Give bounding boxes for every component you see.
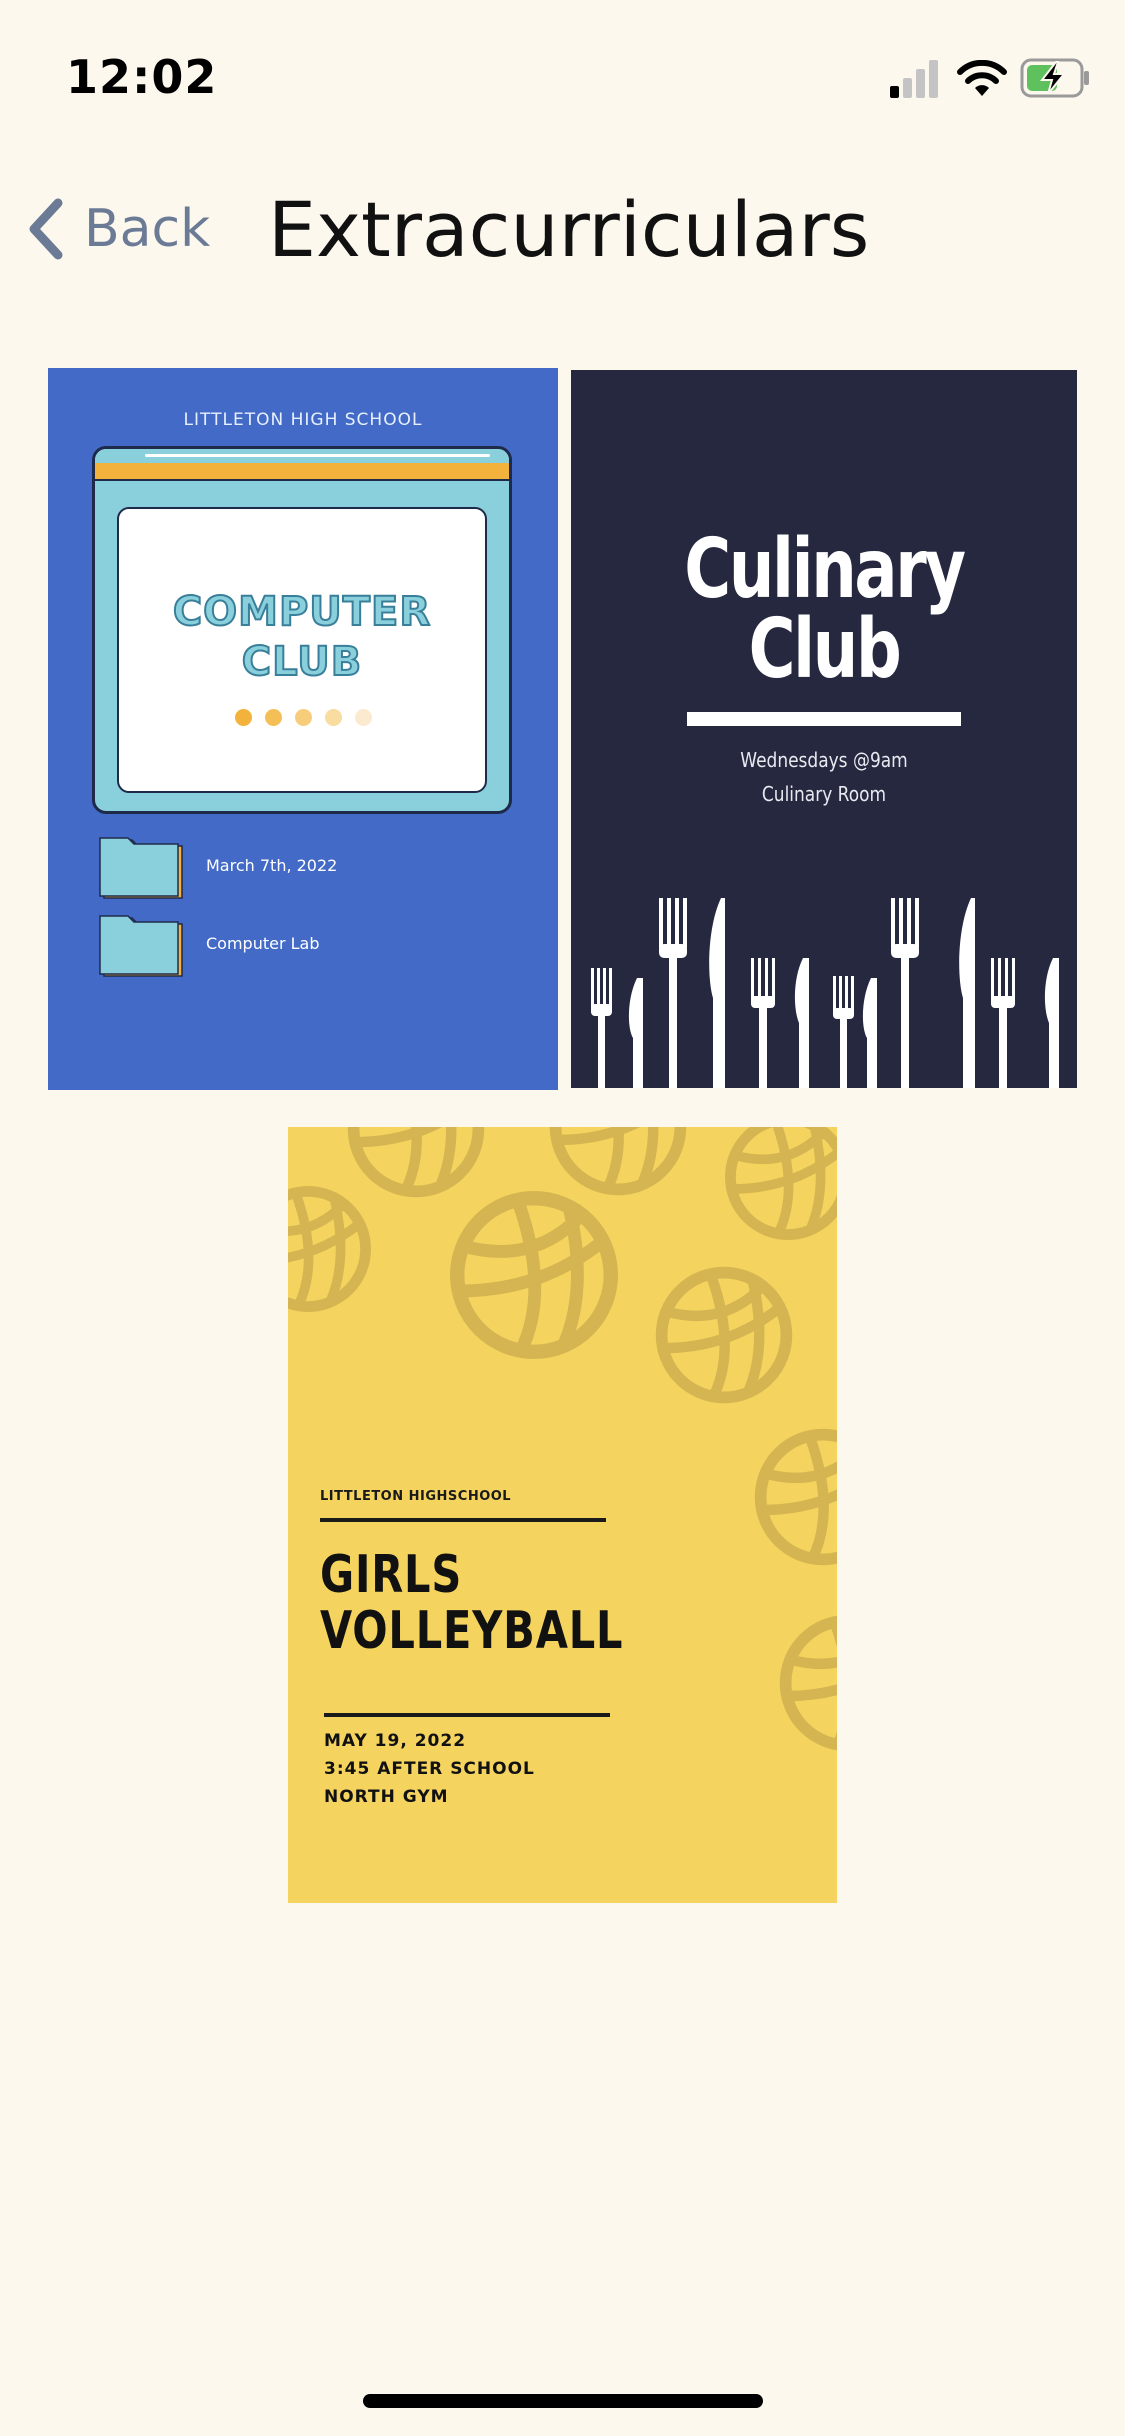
- event-schedule: Wednesdays @9am: [740, 748, 908, 772]
- poster-school-name: LITTLETON HIGH SCHOOL: [183, 410, 423, 430]
- home-indicator[interactable]: [363, 2394, 763, 2408]
- computer-screen: COMPUTER CLUB: [117, 507, 487, 793]
- battery-charging-icon: [1020, 58, 1089, 98]
- cellular-signal-icon: [890, 60, 938, 98]
- event-date: March 7th, 2022: [206, 856, 338, 875]
- status-bar: 12:02: [0, 0, 1125, 160]
- poster-girls-volleyball[interactable]: LITTLETON HIGHSCHOOL GIRLS VOLLEYBALL MA…: [288, 1127, 837, 1903]
- chevron-left-icon: [29, 198, 63, 260]
- event-location: NORTH GYM: [324, 1787, 449, 1807]
- folder-icon: [99, 837, 183, 899]
- navigation-bar: Back Extracurriculars: [0, 170, 1125, 300]
- event-time: 3:45 AFTER SCHOOL: [324, 1759, 535, 1779]
- wifi-icon: [957, 60, 1007, 96]
- event-location: Culinary Room: [761, 782, 887, 806]
- computer-window-illustration: COMPUTER CLUB: [92, 446, 512, 814]
- divider: [320, 1518, 606, 1522]
- loading-dots: [235, 709, 372, 726]
- folder-icon: [99, 915, 183, 977]
- event-date: MAY 19, 2022: [324, 1731, 467, 1751]
- poster-computer-club[interactable]: LITTLETON HIGH SCHOOL COMPUTER CLUB Marc…: [48, 368, 558, 1090]
- poster-culinary-club[interactable]: Culinary Club Wednesdays @9am Culinary R…: [571, 370, 1077, 1088]
- poster-school-name: LITTLETON HIGHSCHOOL: [320, 1489, 512, 1504]
- poster-title: COMPUTER CLUB: [172, 588, 432, 686]
- poster-title: GIRLS VOLLEYBALL: [320, 1545, 624, 1661]
- divider: [687, 712, 961, 726]
- status-time: 12:02: [66, 50, 218, 104]
- back-button[interactable]: Back: [26, 184, 210, 274]
- cutlery-illustration: [591, 898, 1059, 1088]
- divider: [324, 1713, 610, 1717]
- page-title: Extracurriculars: [268, 185, 870, 274]
- poster-title: Culinary Club: [684, 522, 966, 697]
- event-location: Computer Lab: [206, 934, 320, 953]
- back-label: Back: [84, 199, 211, 259]
